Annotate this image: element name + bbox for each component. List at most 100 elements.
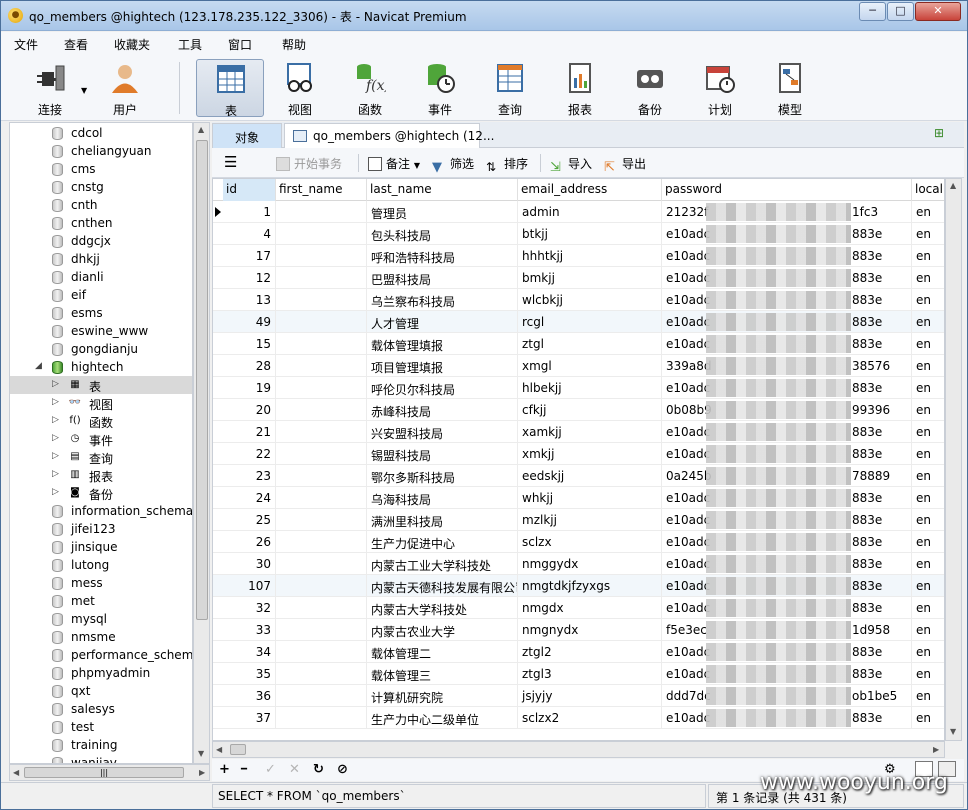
tree-database-item[interactable]: training [10,736,192,754]
cell-id[interactable]: 35 [223,663,276,685]
tree-object-group-item[interactable]: ▷ ▦ 表 [10,376,192,394]
cell-email-address[interactable]: xamkjj [518,421,662,443]
memo-button[interactable]: 备注 ▼ [368,155,420,172]
expand-arrow-icon[interactable]: ▷ [52,451,59,461]
cell-password[interactable]: e10adc 883e [662,531,912,553]
cell-first-name[interactable] [276,399,367,421]
cell-password[interactable]: e10adc 883e [662,707,912,729]
cell-first-name[interactable] [276,267,367,289]
cell-local[interactable]: en [912,443,944,465]
connect-button[interactable]: 连接 [16,59,84,117]
table-row[interactable]: 12 巴盟科技局 bmkjj e10adc 883e en [213,267,944,289]
cell-last-name[interactable]: 生产力促进中心 [367,531,518,553]
cell-email-address[interactable]: mzlkjj [518,509,662,531]
cell-local[interactable]: en [912,553,944,575]
cell-email-address[interactable]: ztgl [518,333,662,355]
import-button[interactable]: ⇲ 导入 [550,155,592,175]
tree-database-item[interactable]: esms [10,304,192,322]
cell-first-name[interactable] [276,355,367,377]
cell-first-name[interactable] [276,619,367,641]
cell-email-address[interactable]: cfkjj [518,399,662,421]
expand-arrow-icon[interactable]: ▷ [52,433,59,443]
tree-database-item[interactable]: dianli [10,268,192,286]
cell-local[interactable]: en [912,509,944,531]
expand-arrow-icon[interactable]: ▷ [52,469,59,479]
connect-dropdown-arrow-icon[interactable]: ▼ [81,86,87,95]
cell-local[interactable]: en [912,641,944,663]
tree-database-item[interactable]: lutong [10,556,192,574]
model-button[interactable]: 模型 [756,59,824,117]
tree-database-item[interactable]: cnthen [10,214,192,232]
cell-last-name[interactable]: 生产力中心二级单位 [367,707,518,729]
function-button[interactable]: f(x) 函数 [336,59,404,117]
cell-password[interactable]: e10adc 883e [662,443,912,465]
maximize-button[interactable]: □ [887,2,914,21]
cell-password[interactable]: f5e3ec 1d958 [662,619,912,641]
cell-id[interactable]: 17 [223,245,276,267]
menu-view[interactable]: 查看 [64,36,88,53]
cell-first-name[interactable] [276,377,367,399]
tree-vertical-scrollbar[interactable]: ▲ ▼ [193,122,210,764]
cell-first-name[interactable] [276,443,367,465]
tree-horizontal-scrollbar[interactable]: ◀ ||| ▶ [9,764,210,781]
tree-scroll-thumb[interactable] [196,140,208,620]
table-row[interactable]: 13 乌兰察布科技局 wlcbkjj e10adc 883e en [213,289,944,311]
cell-id[interactable]: 30 [223,553,276,575]
grid-hscroll-thumb[interactable] [230,744,246,755]
cell-email-address[interactable]: admin [518,201,662,223]
view-button[interactable]: 视图 [266,59,334,117]
sort-button[interactable]: ⇅ 排序 [486,155,528,174]
tree-database-item[interactable]: cheliangyuan [10,142,192,160]
cell-id[interactable]: 20 [223,399,276,421]
expand-arrow-icon[interactable]: ▷ [52,397,59,407]
cell-last-name[interactable]: 人才管理 [367,311,518,333]
table-row[interactable]: 35 载体管理三 ztgl3 e10adc 883e en [213,663,944,685]
menu-tools[interactable]: 工具 [178,36,202,53]
cell-id[interactable]: 25 [223,509,276,531]
cell-local[interactable]: en [912,311,944,333]
cell-first-name[interactable] [276,201,367,223]
column-header-id[interactable]: id [223,179,276,201]
cell-password[interactable]: e10adc 883e [662,487,912,509]
cell-id[interactable]: 12 [223,267,276,289]
backup-button[interactable]: 备份 [616,59,684,117]
hamburger-menu-icon[interactable]: ☰ [224,153,237,171]
cell-email-address[interactable]: nmgnydx [518,619,662,641]
cell-id[interactable]: 1 [223,201,276,223]
cell-first-name[interactable] [276,685,367,707]
cell-first-name[interactable] [276,707,367,729]
cell-last-name[interactable]: 管理员 [367,201,518,223]
tree-database-item[interactable]: jifei123 [10,520,192,538]
tree-database-item[interactable]: eswine_www [10,322,192,340]
scroll-right-icon[interactable]: ▶ [199,768,205,777]
menu-window[interactable]: 窗口 [228,36,252,53]
tree-database-item[interactable]: cms [10,160,192,178]
cell-last-name[interactable]: 载体管理三 [367,663,518,685]
cell-email-address[interactable]: sclzx [518,531,662,553]
table-row[interactable]: 37 生产力中心二级单位 sclzx2 e10adc 883e en [213,707,944,729]
table-row[interactable]: 1 管理员 admin 21232f 1fc3 en [213,201,944,223]
report-button[interactable]: 报表 [546,59,614,117]
column-header-password[interactable]: password [662,179,912,201]
cell-password[interactable]: e10adc 883e [662,641,912,663]
cell-id[interactable]: 13 [223,289,276,311]
cell-last-name[interactable]: 内蒙古农业大学 [367,619,518,641]
scroll-up-icon[interactable]: ▲ [950,181,956,190]
cell-id[interactable]: 32 [223,597,276,619]
cell-email-address[interactable]: sclzx2 [518,707,662,729]
tree-database-item[interactable]: ◢ hightech [10,358,192,376]
table-row[interactable]: 33 内蒙古农业大学 nmgnydx f5e3ec 1d958 en [213,619,944,641]
cell-first-name[interactable] [276,465,367,487]
cell-password[interactable]: e10adc 883e [662,553,912,575]
tree-object-group-item[interactable]: ▷ 👓 视图 [10,394,192,412]
scroll-down-icon[interactable]: ▼ [950,727,956,736]
cell-password[interactable]: e10adc 883e [662,311,912,333]
cell-email-address[interactable]: wlcbkjj [518,289,662,311]
tree-database-item[interactable]: phpmyadmin [10,664,192,682]
scroll-up-icon[interactable]: ▲ [198,125,204,134]
menu-help[interactable]: 帮助 [282,36,306,53]
cell-first-name[interactable] [276,575,367,597]
user-button[interactable]: 用户 [91,59,159,117]
cell-first-name[interactable] [276,641,367,663]
table-row[interactable]: 34 载体管理二 ztgl2 e10adc 883e en [213,641,944,663]
